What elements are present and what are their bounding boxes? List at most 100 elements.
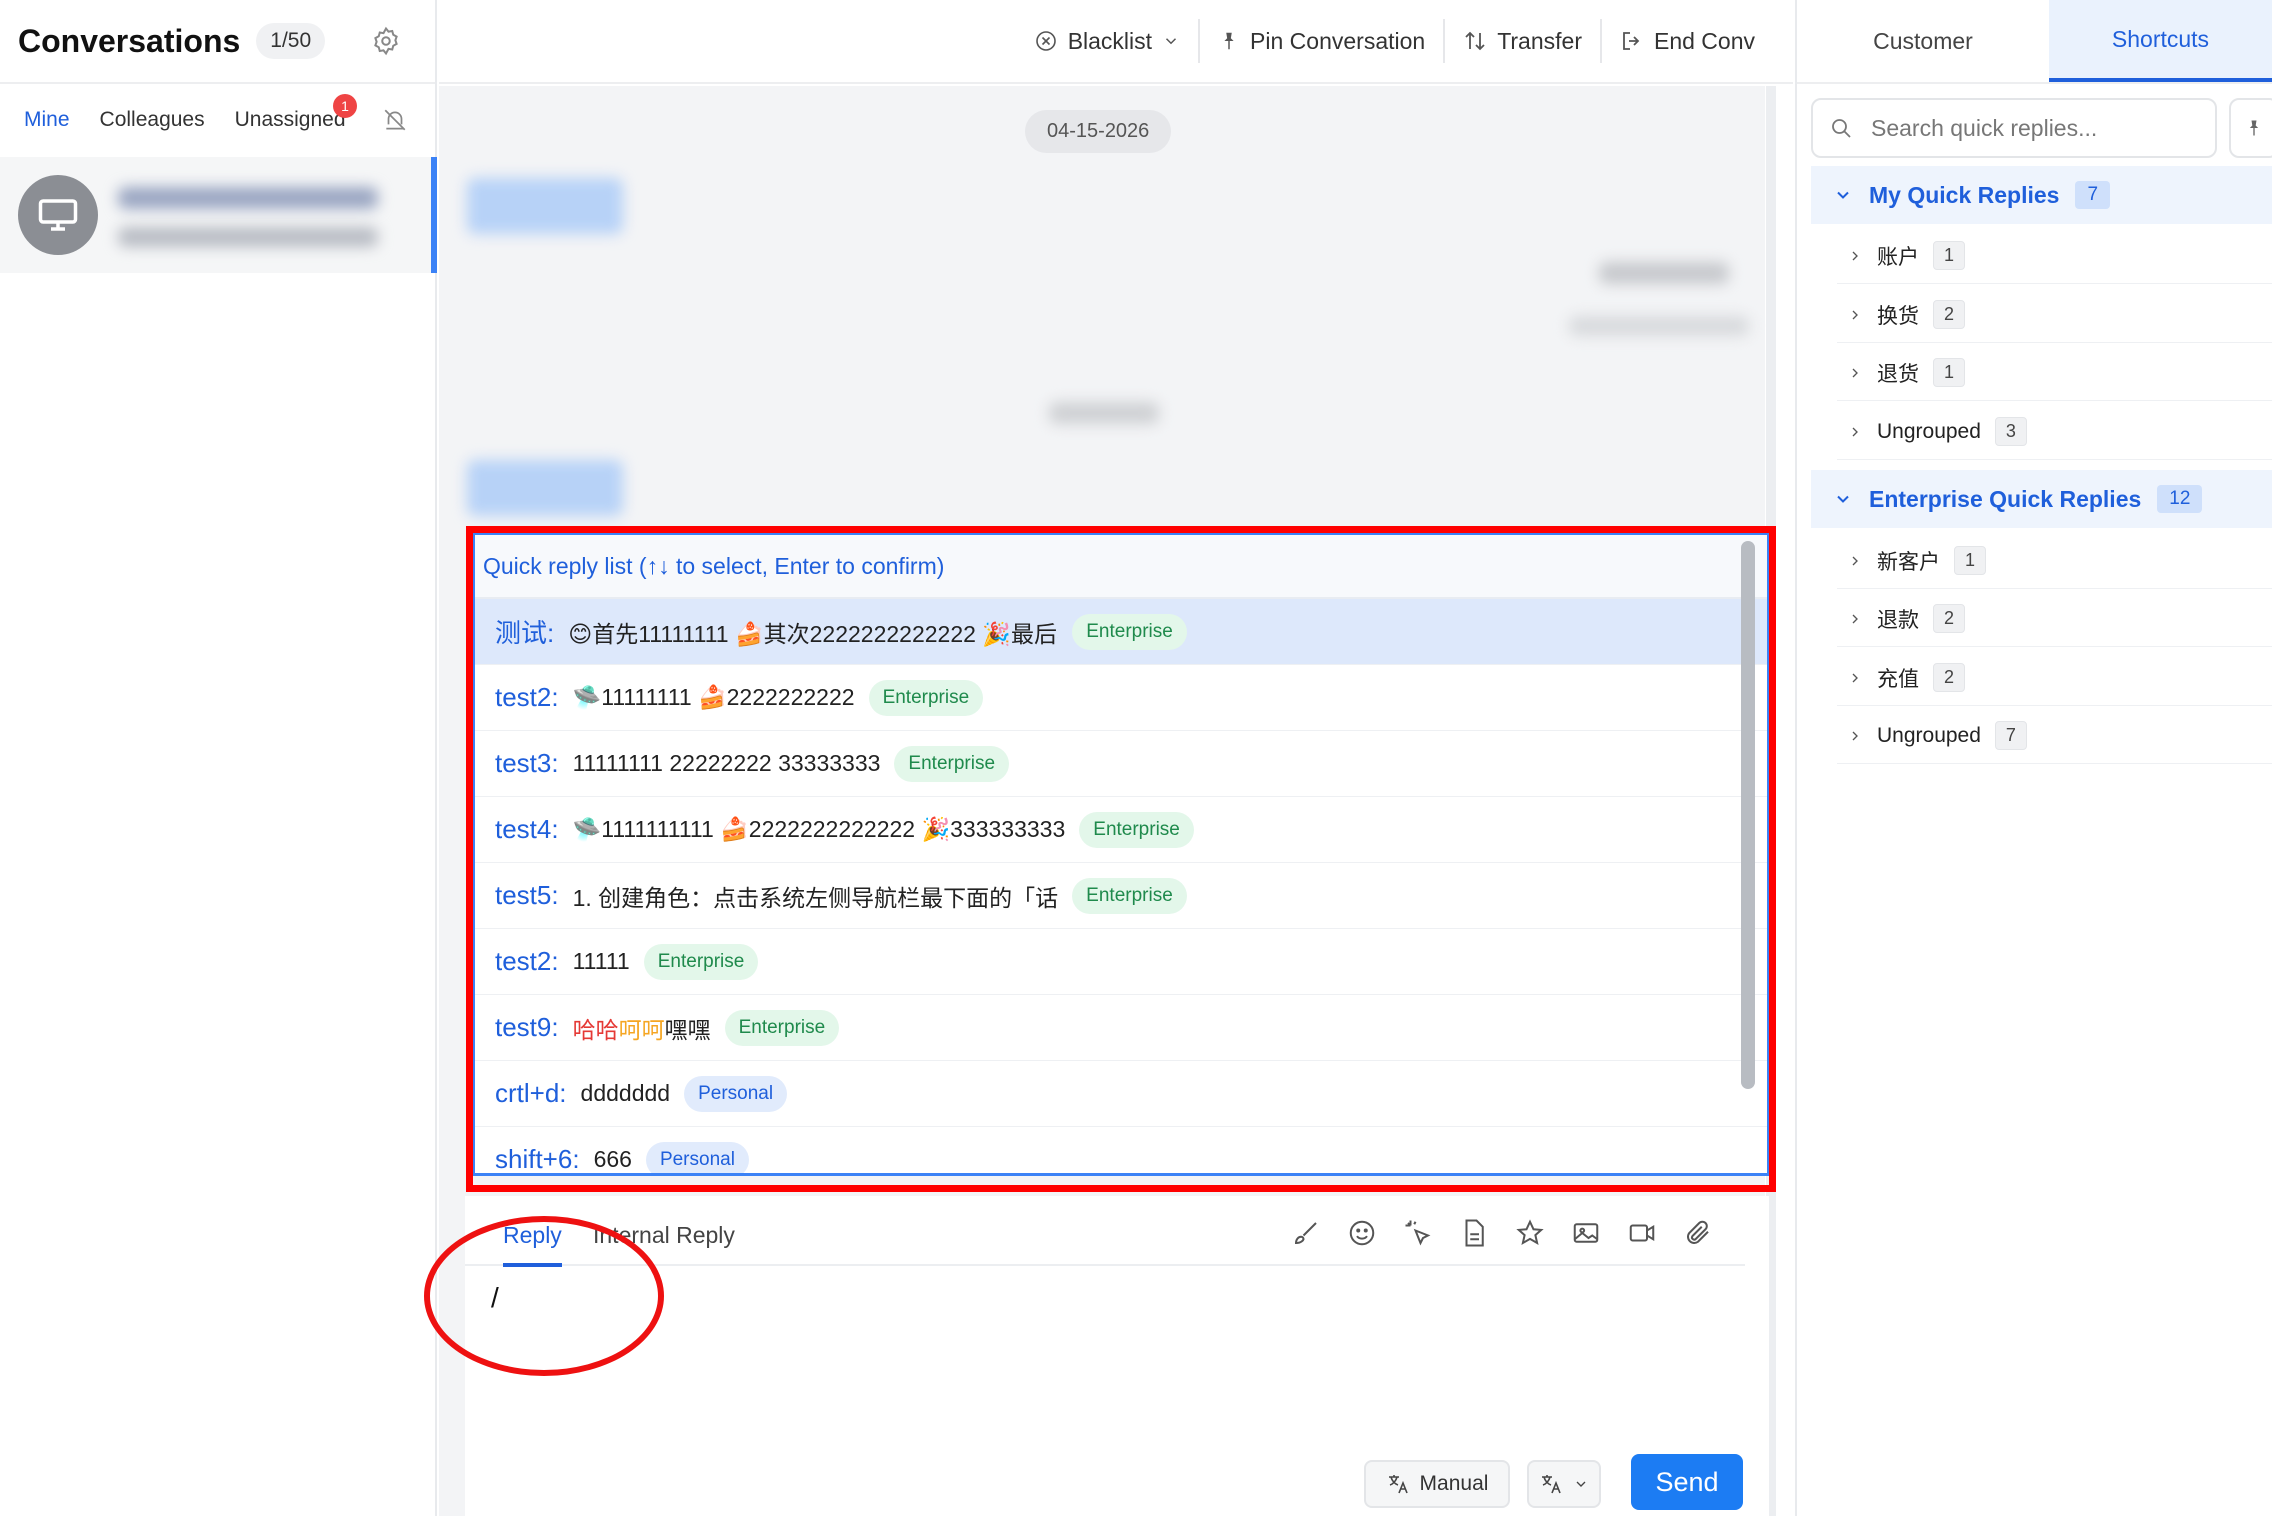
image-icon[interactable] [1569,1216,1603,1250]
chevron-right-icon [1852,731,1858,740]
blurred-message [467,460,623,516]
chevron-right-icon [1852,310,1858,319]
conversation-toolbar: Blacklist Pin Conversation Transfer End … [439,0,1793,84]
conversation-list-panel: Conversations 1/50 Mine Colleagues Unass… [0,0,437,1516]
document-icon[interactable] [1457,1216,1491,1250]
subgroup-name: 账户 [1877,245,1919,269]
translate-icon [1388,1475,1408,1494]
gear-icon[interactable] [371,26,401,56]
manual-translate-button[interactable]: Manual [1364,1460,1510,1508]
subgroup-item[interactable]: Ungrouped 3 [1837,404,2272,460]
enterprise-tag: Enterprise [868,679,984,716]
magic-cursor-icon[interactable] [1401,1216,1435,1250]
attachment-icon[interactable] [1681,1216,1715,1250]
language-select[interactable] [1527,1460,1601,1508]
subgroup-name: 退货 [1877,362,1919,386]
page-title: Conversations [18,22,241,59]
quick-reply-item[interactable]: test9: 哈哈 呵呵 嘿嘿 Enterprise [475,995,1767,1061]
tab-internal-reply[interactable]: Internal Reply [593,1222,735,1249]
subgroup-count: 1 [1933,358,1966,387]
blacklist-icon [1035,31,1056,51]
quick-reply-item[interactable]: test2: 🛸11111111 🍰2222222222 Enterprise [475,665,1767,731]
tab-customer[interactable]: Customer [1797,0,2049,82]
quick-reply-item[interactable]: test2: 11111 Enterprise [475,929,1767,995]
quick-reply-item[interactable]: 测试: 😊首先11111111 🍰其次2222222222222 🎉最后3 En… [475,599,1767,665]
send-button[interactable]: Send [1631,1454,1743,1510]
subgroup-count: 2 [1933,604,1966,633]
end-conversation-button[interactable]: End Conv [1599,19,1773,63]
monitor-icon [38,199,78,231]
chevron-down-icon [1837,191,1849,199]
subgroup-item[interactable]: 账户 1 [1837,228,2272,284]
blurred-message [1599,262,1729,284]
enterprise-tag: Enterprise [1072,613,1187,650]
pin-icon [1224,32,1234,50]
subgroup-item[interactable]: 新客户 1 [1837,533,2272,589]
group-my-quick-replies[interactable]: My Quick Replies 7 [1811,166,2272,224]
quick-reply-item[interactable]: test5: 1. 创建角色：点击系统左侧导航栏最下面的「话 Enterpris… [475,863,1767,929]
quick-reply-item[interactable]: crtl+d: ddddddd Personal [475,1061,1767,1127]
quick-reply-content: 1. 创建角色：点击系统左侧导航栏最下面的「话 [572,884,1059,911]
reply-input[interactable]: / [491,1282,499,1314]
conversation-item[interactable] [0,157,437,273]
quick-reply-search[interactable]: Search quick replies... [1811,98,2217,158]
subgroup-name: 充值 [1877,667,1919,691]
group-name: Enterprise Quick Replies [1869,485,2142,512]
subgroup-item[interactable]: Ungrouped 7 [1837,708,2272,764]
quick-reply-scrollbar[interactable] [1741,541,1755,1089]
quick-reply-item[interactable]: test3: 11111111 22222222 33333333 Enterp… [475,731,1767,797]
group-count: 7 [2075,181,2111,209]
enterprise-tag: Enterprise [643,943,759,980]
tab-colleagues[interactable]: Colleagues [100,108,205,132]
pin-button[interactable] [2229,98,2272,158]
video-icon[interactable] [1625,1216,1659,1250]
quick-reply-key: test5: [495,880,559,910]
chevron-right-icon [1852,614,1858,623]
blurred-message [1569,316,1749,336]
blacklist-button[interactable]: Blacklist [1016,19,1198,63]
chevron-right-icon [1852,556,1858,565]
quick-reply-key: 测试: [495,618,555,648]
chevron-right-icon [1852,673,1858,682]
quick-reply-item[interactable]: test4: 🛸1111111111 🍰2222222222222 🎉33333… [475,797,1767,863]
transfer-button[interactable]: Transfer [1443,19,1600,63]
emoji-icon[interactable] [1345,1216,1379,1250]
blurred-last-message [118,227,378,247]
group-name: My Quick Replies [1869,181,2060,208]
search-icon [1832,119,1851,138]
pin-conversation-button[interactable]: Pin Conversation [1198,19,1443,63]
quick-reply-content: 666 [593,1146,632,1172]
group-enterprise-quick-replies[interactable]: Enterprise Quick Replies 12 [1811,470,2272,528]
chevron-right-icon [1852,427,1858,436]
reply-editor: Reply Internal Reply / Manual Send [465,1196,1769,1516]
subgroup-item[interactable]: 退货 1 [1837,345,2272,401]
quick-reply-content-part: 呵呵 [618,1016,665,1043]
tab-reply[interactable]: Reply [503,1222,562,1267]
star-icon[interactable] [1513,1216,1547,1250]
unassigned-badge: 1 [333,94,357,118]
conversation-list-header: Conversations 1/50 [0,0,435,84]
tab-shortcuts[interactable]: Shortcuts [2048,0,2272,82]
translate-icon [1542,1475,1561,1494]
subgroup-item[interactable]: 退款 2 [1837,591,2272,647]
editor-toolbar [1289,1216,1715,1250]
subgroup-name: 退款 [1877,608,1919,632]
search-placeholder: Search quick replies... [1871,114,2098,141]
brush-icon[interactable] [1289,1216,1323,1250]
no-bell-icon[interactable] [382,107,408,133]
chevron-right-icon [1852,368,1858,377]
personal-tag: Personal [645,1141,749,1173]
quick-reply-content: 11111111 22222222 33333333 [572,750,881,776]
subgroup-count: 2 [1933,663,1966,692]
subgroup-name: Ungrouped [1877,419,1981,443]
subgroup-item[interactable]: 换货 2 [1837,287,2272,343]
quick-reply-item[interactable]: shift+6: 666 Personal [475,1127,1767,1173]
transfer-label: Transfer [1497,27,1582,54]
tab-mine[interactable]: Mine [24,108,70,132]
personal-tag: Personal [684,1075,788,1112]
subgroup-item[interactable]: 充值 2 [1837,650,2272,706]
quick-reply-popup: Quick reply list (↑↓ to select, Enter to… [472,532,1770,1176]
tab-unassigned[interactable]: Unassigned [235,108,346,132]
subgroup-count: 1 [1954,546,1987,575]
enterprise-tag: Enterprise [1072,877,1187,914]
